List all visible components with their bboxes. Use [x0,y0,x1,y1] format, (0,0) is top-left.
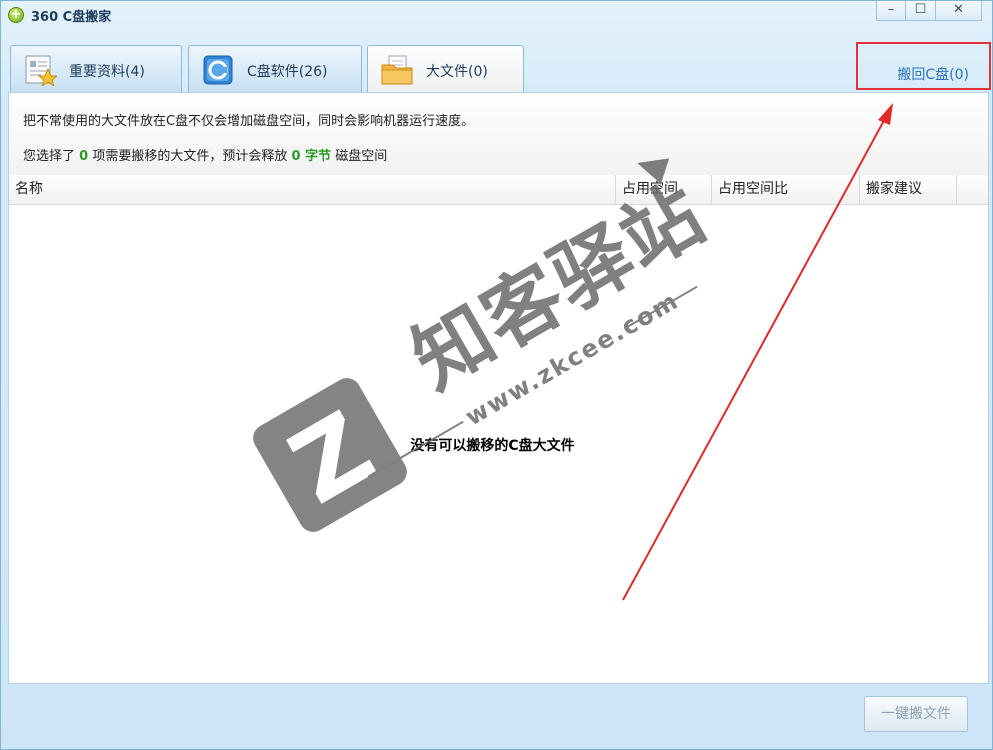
window-title: 360 C盘搬家 [31,10,112,25]
summary-middle: 项需要搬移的大文件，预计会释放 [92,149,288,164]
title-bar[interactable]: + 360 C盘搬家 – ☐ ✕ [1,1,992,27]
description-text: 把不常使用的大文件放在C盘不仅会增加磁盘空间，同时会影响机器运行速度。 [23,114,475,129]
close-button[interactable]: ✕ [936,1,982,21]
app-window: + 360 C盘搬家 – ☐ ✕ 重要资料(4) C盘软件(26) 大文件(0)… [0,0,993,750]
summary-suffix: 磁盘空间 [335,149,388,164]
tab-important-data[interactable]: 重要资料(4) [10,45,182,92]
tab-c-drive-software[interactable]: C盘软件(26) [188,45,362,92]
info-section: 把不常使用的大文件放在C盘不仅会增加磁盘空间，同时会影响机器运行速度。 您选择了… [9,93,988,176]
tab-label: 重要资料(4) [69,64,145,80]
app-logo-icon: + [8,7,24,23]
document-star-icon [25,55,57,86]
release-amount: 0 字节 [291,149,332,164]
maximize-button[interactable]: ☐ [906,1,936,21]
folder-files-icon [381,55,413,85]
selection-summary: 您选择了 0 项需要搬移的大文件，预计会释放 0 字节 磁盘空间 [23,145,387,164]
minimize-button[interactable]: – [876,1,906,21]
tab-large-files[interactable]: 大文件(0) [367,45,524,93]
column-header-ratio[interactable]: 占用空间比 [711,175,859,204]
one-key-move-button[interactable]: 一键搬文件 [864,696,968,732]
summary-prefix: 您选择了 [23,149,76,164]
window-controls: – ☐ ✕ [876,1,982,21]
c-drive-app-icon [203,55,233,85]
content-panel: 把不常使用的大文件放在C盘不仅会增加磁盘空间，同时会影响机器运行速度。 您选择了… [8,92,989,684]
selected-count: 0 [79,149,89,164]
restore-to-c-link[interactable]: 搬回C盘(0) [897,64,969,84]
restore-highlight-box: 搬回C盘(0) [856,42,991,90]
column-header-name[interactable]: 名称 [9,175,615,204]
column-header-advice[interactable]: 搬家建议 [859,175,957,204]
table-header: 名称 占用空间 占用空间比 搬家建议 [9,175,988,205]
column-header-size[interactable]: 占用空间 [615,175,711,204]
tab-label: C盘软件(26) [247,64,328,80]
tab-label: 大文件(0) [426,64,488,80]
empty-list-message: 没有可以搬移的C盘大文件 [410,438,575,454]
